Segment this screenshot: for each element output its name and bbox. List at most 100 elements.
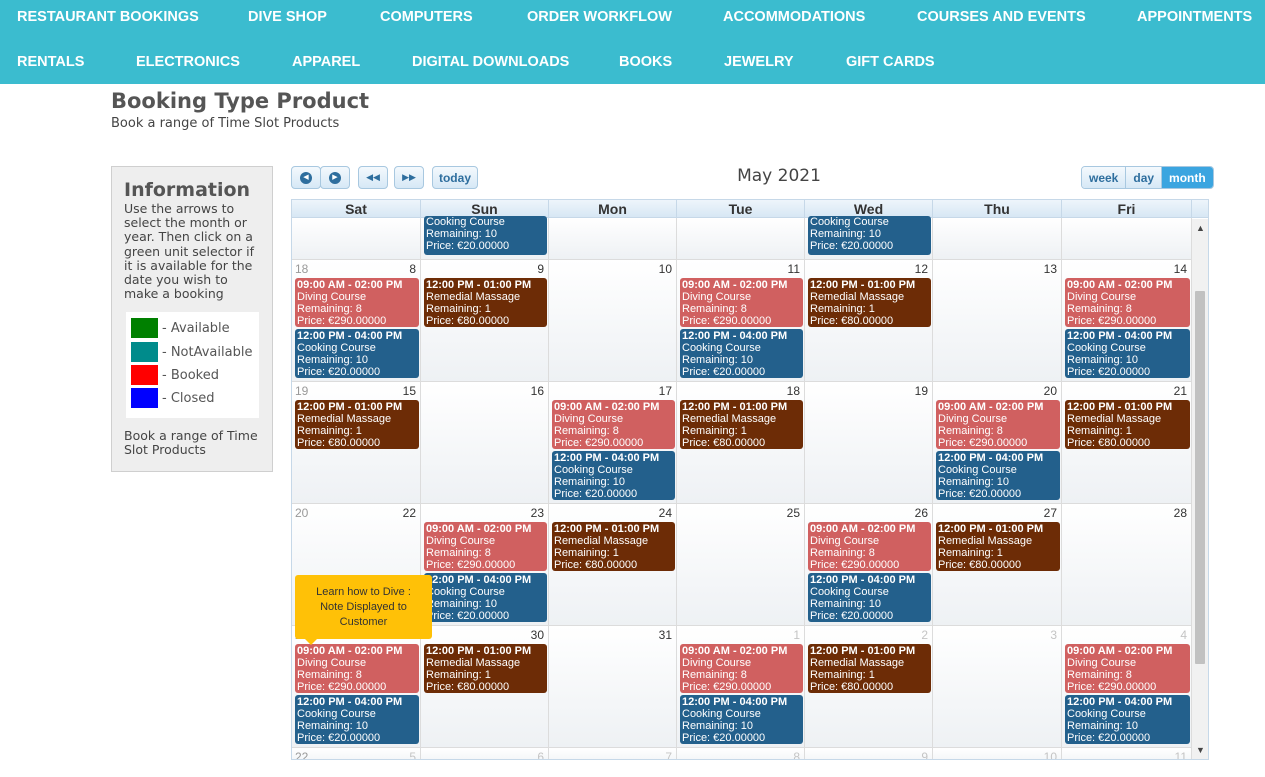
week-view-button[interactable]: week [1082, 167, 1126, 188]
event-cooking-course[interactable]: Cooking Course Remaining: 10 Price: €20.00… [808, 216, 931, 255]
event-remedial-massage[interactable]: 12:00 PM - 01:00 PM Remedial Massage Remai… [936, 522, 1060, 571]
event-cooking-course[interactable]: 12:00 PM - 04:00 PM Cooking Course Remaini… [424, 573, 547, 622]
event-diving-course[interactable]: 09:00 AM - 02:00 PM Diving Course Remainin… [295, 278, 419, 327]
event-diving-course[interactable]: 09:00 AM - 02:00 PM Diving Course Remainin… [295, 644, 419, 693]
event-cooking-course[interactable]: 12:00 PM - 04:00 PM Cooking Course Remaini… [808, 573, 931, 622]
event-cooking-course[interactable]: 12:00 PM - 04:00 PM Cooking Course Remaini… [295, 695, 419, 744]
event-diving-course[interactable]: 09:00 AM - 02:00 PM Diving Course Remainin… [680, 644, 803, 693]
day-cell[interactable] [292, 218, 421, 260]
today-button[interactable]: today [432, 166, 478, 189]
nav-computers[interactable]: COMPUTERS [380, 9, 473, 25]
scroll-down-icon[interactable]: ▼ [1196, 745, 1205, 755]
nav-accommodations[interactable]: ACCOMMODATIONS [723, 9, 865, 25]
day-cell[interactable]: 3 [933, 626, 1062, 748]
tooltip-arrow [305, 639, 317, 645]
day-cell[interactable]: 31 [549, 626, 677, 748]
day-number: 19 [914, 384, 928, 398]
nav-restaurant-bookings[interactable]: RESTAURANT BOOKINGS [17, 9, 199, 25]
event-diving-course[interactable]: 09:00 AM - 02:00 PM Diving Course Remainin… [1065, 278, 1190, 327]
event-remedial-massage[interactable]: 12:00 PM - 01:00 PM Remedial Massage Remai… [1065, 400, 1190, 449]
nav-courses-and-events[interactable]: COURSES AND EVENTS [917, 9, 1086, 25]
scroll-up-icon[interactable]: ▲ [1196, 223, 1205, 233]
event-diving-course[interactable]: 09:00 AM - 02:00 PM Diving Course Remainin… [936, 400, 1060, 449]
day-cell[interactable]: 9 [805, 748, 933, 759]
day-cell[interactable]: 22 5 [292, 748, 421, 760]
event-diving-course[interactable]: 09:00 AM - 02:00 PM Diving Course Remainin… [1065, 644, 1190, 693]
event-diving-course[interactable]: 09:00 AM - 02:00 PM Diving Course Remainin… [424, 522, 547, 571]
legend-item-closed: - Closed [131, 388, 215, 408]
event-remedial-massage[interactable]: 12:00 PM - 01:00 PM Remedial Massage Remai… [680, 400, 803, 449]
nav-dive-shop[interactable]: DIVE SHOP [248, 9, 327, 25]
day-cell[interactable]: 10 [933, 748, 1062, 759]
event-cooking-course[interactable]: 12:00 PM - 04:00 PM Cooking Course Remaini… [936, 451, 1060, 500]
event-remaining: Remaining: 10 [810, 228, 881, 240]
event-time: 09:00 AM - 02:00 PM [682, 279, 788, 291]
event-remedial-massage[interactable]: 12:00 PM - 01:00 PM Remedial Massage Remai… [424, 278, 547, 327]
day-cell[interactable]: 7 [549, 748, 677, 759]
nav-gift-cards[interactable]: GIFT CARDS [846, 54, 935, 70]
nav-appointments[interactable]: APPOINTMENTS [1137, 9, 1252, 25]
event-remedial-massage[interactable]: 12:00 PM - 01:00 PM Remedial Massage Remai… [295, 400, 419, 449]
nav-apparel[interactable]: APPAREL [292, 54, 360, 70]
event-name: Diving Course [297, 657, 367, 669]
day-cell[interactable] [933, 218, 1062, 260]
event-cooking-course[interactable]: 12:00 PM - 04:00 PM Cooking Course Remaini… [552, 451, 675, 500]
day-cell[interactable] [677, 218, 805, 260]
nav-order-workflow[interactable]: ORDER WORKFLOW [527, 9, 672, 25]
event-name: Remedial Massage [810, 657, 905, 669]
day-number: 4 [1180, 628, 1187, 642]
day-cell[interactable]: 25 [677, 504, 805, 626]
event-cooking-course[interactable]: Cooking Course Remaining: 10 Price: €20.00… [424, 216, 547, 255]
event-name: Remedial Massage [554, 535, 649, 547]
event-time: 12:00 PM - 04:00 PM [426, 574, 532, 586]
event-remedial-massage[interactable]: 12:00 PM - 01:00 PM Remedial Massage Remai… [808, 278, 931, 327]
event-cooking-course[interactable]: 12:00 PM - 04:00 PM Cooking Course Remaini… [1065, 695, 1190, 744]
day-cell[interactable]: 6 [421, 748, 549, 759]
day-cell[interactable]: 28 [1062, 504, 1192, 626]
day-cell[interactable] [549, 218, 677, 260]
day-cell[interactable]: 13 [933, 260, 1062, 382]
week-number: 22 [295, 750, 309, 760]
day-number: 22 [402, 506, 416, 520]
event-remedial-massage[interactable]: 12:00 PM - 01:00 PM Remedial Massage Remai… [808, 644, 931, 693]
calendar-scrollbar[interactable]: ▲ ▼ [1192, 219, 1208, 759]
event-remedial-massage[interactable]: 12:00 PM - 01:00 PM Remedial Massage Remai… [424, 644, 547, 693]
next-year-button[interactable]: ▶▶ [394, 166, 424, 189]
day-cell[interactable]: 10 [549, 260, 677, 382]
event-diving-course[interactable]: 09:00 AM - 02:00 PM Diving Course Remainin… [808, 522, 931, 571]
day-cell[interactable]: 11 [1062, 748, 1192, 759]
day-number: 15 [402, 384, 416, 398]
day-cell[interactable]: 16 [421, 382, 549, 504]
day-number: 16 [530, 384, 544, 398]
event-cooking-course[interactable]: 12:00 PM - 04:00 PM Cooking Course Remaini… [295, 329, 419, 378]
day-number: 18 [786, 384, 800, 398]
month-view-button[interactable]: month [1161, 167, 1213, 188]
day-cell[interactable]: 8 [677, 748, 805, 759]
nav-digital-downloads[interactable]: DIGITAL DOWNLOADS [412, 54, 569, 70]
day-cell[interactable]: 19 [805, 382, 933, 504]
info-title: Information [124, 179, 251, 201]
day-number: 28 [1173, 506, 1187, 520]
event-name: Remedial Massage [810, 291, 905, 303]
event-cooking-course[interactable]: 12:00 PM - 04:00 PM Cooking Course Remaini… [680, 329, 803, 378]
prev-year-button[interactable]: ◀◀ [358, 166, 388, 189]
event-remedial-massage[interactable]: 12:00 PM - 01:00 PM Remedial Massage Remai… [552, 522, 675, 571]
event-diving-course[interactable]: 09:00 AM - 02:00 PM Diving Course Remainin… [680, 278, 803, 327]
event-diving-course[interactable]: 09:00 AM - 02:00 PM Diving Course Remainin… [552, 400, 675, 449]
day-header-fri: Fri [1062, 200, 1192, 218]
nav-rentals[interactable]: RENTALS [17, 54, 84, 70]
event-cooking-course[interactable]: 12:00 PM - 04:00 PM Cooking Course Remaini… [680, 695, 803, 744]
day-view-button[interactable]: day [1125, 167, 1162, 188]
nav-books[interactable]: BOOKS [619, 54, 672, 70]
event-time: 12:00 PM - 01:00 PM [810, 279, 916, 291]
event-remaining: Remaining: 10 [1067, 720, 1138, 732]
prev-month-button[interactable]: ◀ [291, 166, 321, 189]
day-cell[interactable] [1062, 218, 1192, 260]
next-month-button[interactable]: ▶ [320, 166, 350, 189]
event-price: Price: €290.00000 [297, 681, 387, 693]
event-cooking-course[interactable]: 12:00 PM - 04:00 PM Cooking Course Remaini… [1065, 329, 1190, 378]
scroll-thumb[interactable] [1195, 291, 1205, 664]
nav-electronics[interactable]: ELECTRONICS [136, 54, 240, 70]
event-name: Remedial Massage [938, 535, 1033, 547]
nav-jewelry[interactable]: JEWELRY [724, 54, 794, 70]
